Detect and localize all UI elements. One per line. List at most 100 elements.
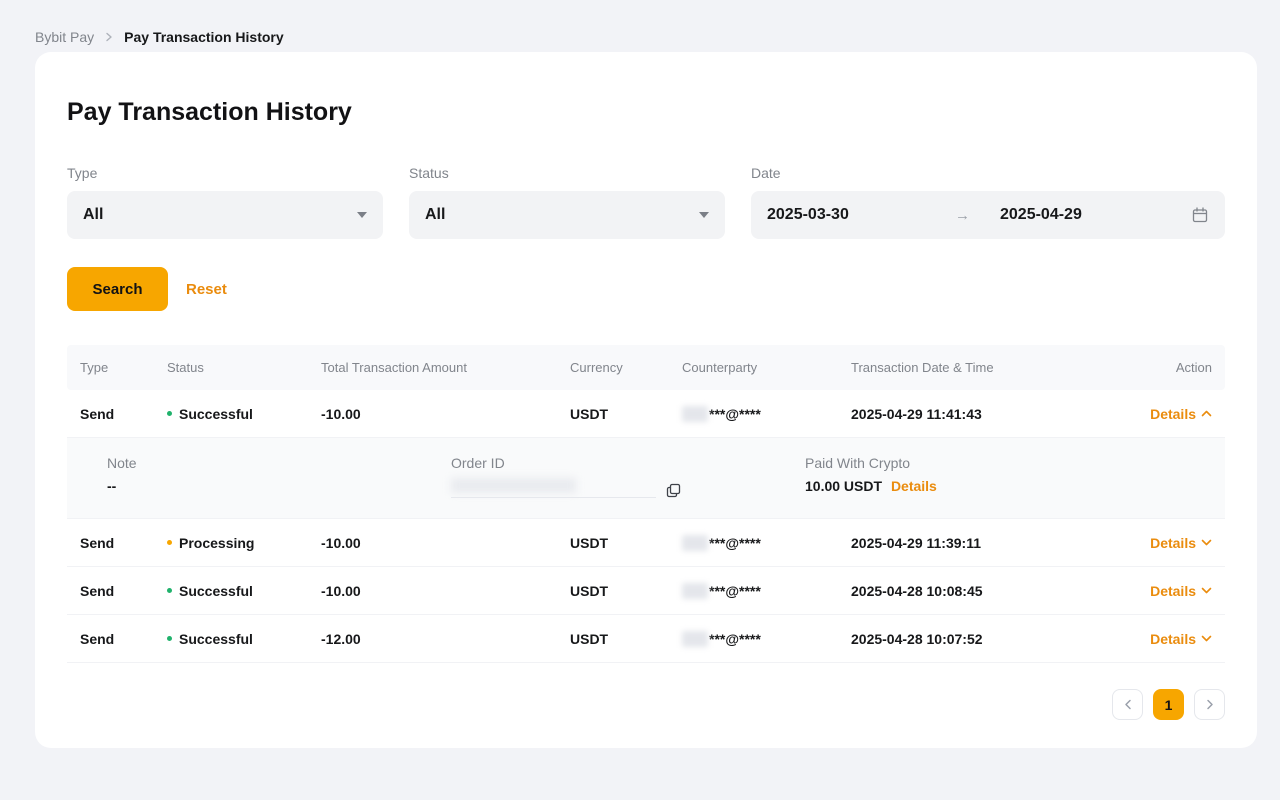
cell-status: Successful [167, 406, 321, 422]
status-label: Successful [179, 406, 253, 422]
chevron-down-icon [1201, 635, 1212, 642]
cell-status: Successful [167, 631, 321, 647]
chevron-down-icon [1201, 587, 1212, 594]
chevron-left-icon [1124, 699, 1132, 710]
reset-button[interactable]: Reset [186, 281, 227, 298]
status-dot [167, 540, 172, 545]
order-id-label: Order ID [451, 455, 805, 471]
col-status: Status [167, 360, 321, 375]
paid-with-crypto-value: 10.00 USDT [805, 478, 882, 494]
caret-down-icon [699, 212, 709, 218]
table-row: Send Successful -12.00 USDT ***@**** 202… [67, 615, 1225, 663]
cell-counterparty: ***@**** [682, 535, 851, 551]
copy-icon[interactable] [666, 483, 681, 498]
cell-type: Send [80, 406, 167, 422]
status-select-value: All [425, 206, 699, 224]
expanded-detail-panel: Note -- Order ID [67, 438, 1225, 519]
redacted-blur [682, 406, 708, 422]
table-row: Send Processing -10.00 USDT ***@**** 202… [67, 519, 1225, 567]
chevron-right-icon [104, 32, 114, 42]
cell-datetime: 2025-04-29 11:41:43 [851, 406, 1100, 422]
cell-datetime: 2025-04-28 10:08:45 [851, 583, 1100, 599]
status-label: Successful [179, 583, 253, 599]
col-action: Action [1100, 360, 1212, 375]
paid-details-link[interactable]: Details [891, 478, 937, 494]
status-label: Successful [179, 631, 253, 647]
redacted-blur [682, 535, 708, 551]
cell-action: Details [1100, 535, 1212, 551]
counterparty-masked: ***@**** [709, 631, 761, 647]
type-select-value: All [83, 206, 357, 224]
cell-status: Successful [167, 583, 321, 599]
cell-amount: -10.00 [321, 535, 570, 551]
cell-currency: USDT [570, 406, 682, 422]
date-range-picker[interactable]: 2025-03-30 → 2025-04-29 [751, 191, 1225, 239]
breadcrumb-current: Pay Transaction History [124, 29, 284, 45]
col-currency: Currency [570, 360, 682, 375]
cell-counterparty: ***@**** [682, 631, 851, 647]
cell-datetime: 2025-04-28 10:07:52 [851, 631, 1100, 647]
filters-row: Type All Status All Date 2025-03-30 → 20… [67, 165, 1225, 239]
cell-type: Send [80, 583, 167, 599]
cell-datetime: 2025-04-29 11:39:11 [851, 535, 1100, 551]
redacted-blur [451, 478, 576, 493]
type-select[interactable]: All [67, 191, 383, 239]
details-toggle[interactable]: Details [1150, 535, 1212, 551]
date-end-value[interactable]: 2025-04-29 [1000, 206, 1191, 224]
status-dot [167, 636, 172, 641]
filter-type: Type All [67, 165, 383, 239]
paid-with-crypto-label: Paid With Crypto [805, 455, 1212, 471]
date-filter-label: Date [751, 165, 1225, 181]
filter-status: Status All [409, 165, 725, 239]
col-counterparty: Counterparty [682, 360, 851, 375]
chevron-right-icon [1206, 699, 1214, 710]
transactions-table: Type Status Total Transaction Amount Cur… [67, 345, 1225, 663]
note-section: Note -- [107, 455, 451, 498]
cell-counterparty: ***@**** [682, 406, 851, 422]
pagination-prev-button[interactable] [1112, 689, 1143, 720]
filter-date: Date 2025-03-30 → 2025-04-29 [751, 165, 1225, 239]
caret-down-icon [357, 212, 367, 218]
redacted-blur [682, 631, 708, 647]
details-toggle[interactable]: Details [1150, 583, 1212, 599]
details-label: Details [1150, 583, 1196, 599]
cell-action: Details [1100, 583, 1212, 599]
cell-currency: USDT [570, 631, 682, 647]
cell-type: Send [80, 631, 167, 647]
cell-type: Send [80, 535, 167, 551]
page-title: Pay Transaction History [67, 98, 1225, 127]
cell-amount: -12.00 [321, 631, 570, 647]
cell-amount: -10.00 [321, 406, 570, 422]
details-label: Details [1150, 535, 1196, 551]
col-amount: Total Transaction Amount [321, 360, 570, 375]
chevron-down-icon [1201, 539, 1212, 546]
cell-status: Processing [167, 535, 321, 551]
counterparty-masked: ***@**** [709, 535, 761, 551]
status-label: Processing [179, 535, 254, 551]
order-id-section: Order ID [451, 455, 805, 498]
cell-action: Details [1100, 406, 1212, 422]
status-select[interactable]: All [409, 191, 725, 239]
col-datetime: Transaction Date & Time [851, 360, 1100, 375]
status-filter-label: Status [409, 165, 725, 181]
search-actions-row: Search Reset [67, 267, 1225, 311]
chevron-up-icon [1201, 410, 1212, 417]
pagination-next-button[interactable] [1194, 689, 1225, 720]
order-id-value-redacted [451, 478, 656, 498]
calendar-icon[interactable] [1191, 206, 1209, 224]
details-toggle[interactable]: Details [1150, 406, 1212, 422]
pagination-page-1[interactable]: 1 [1153, 689, 1184, 720]
status-dot [167, 588, 172, 593]
date-start-value[interactable]: 2025-03-30 [767, 206, 955, 224]
details-label: Details [1150, 406, 1196, 422]
details-toggle[interactable]: Details [1150, 631, 1212, 647]
counterparty-masked: ***@**** [709, 406, 761, 422]
breadcrumb-parent[interactable]: Bybit Pay [35, 29, 94, 45]
pagination: 1 [67, 689, 1225, 720]
search-button[interactable]: Search [67, 267, 168, 311]
pay-transaction-history-card: Pay Transaction History Type All Status … [35, 52, 1257, 748]
breadcrumb: Bybit Pay Pay Transaction History [0, 0, 1280, 48]
table-row: Send Successful -10.00 USDT ***@**** 202… [67, 567, 1225, 615]
paid-with-crypto-section: Paid With Crypto 10.00 USDT Details [805, 455, 1212, 498]
arrow-right-icon: → [955, 207, 970, 224]
